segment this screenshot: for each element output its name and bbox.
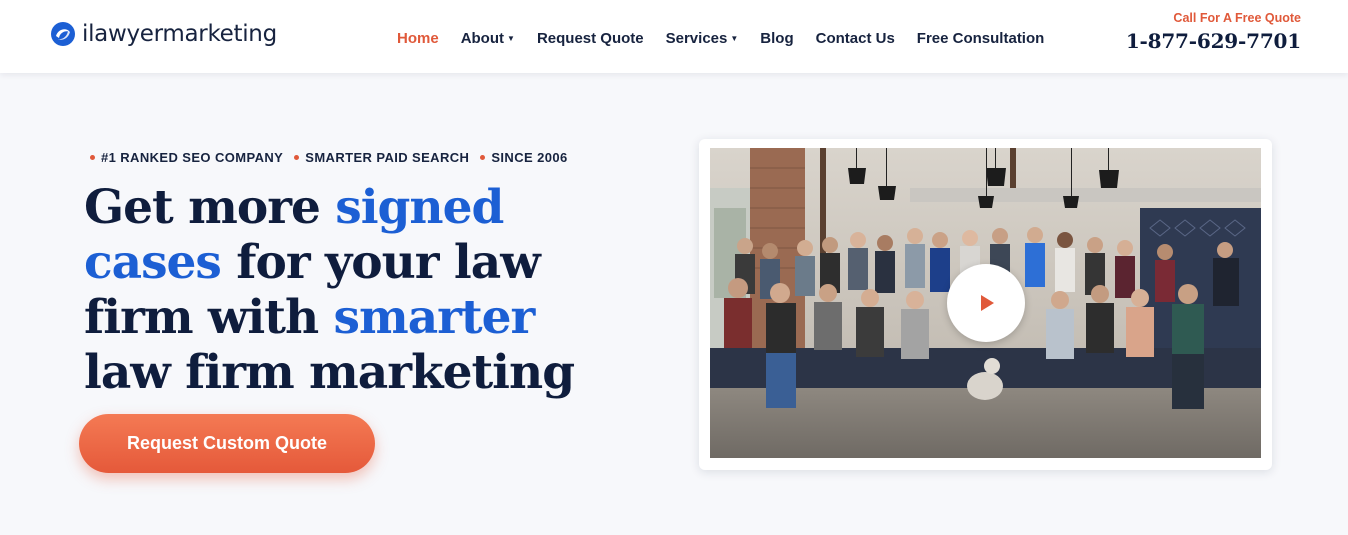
chevron-down-icon: ▼ [507, 34, 515, 43]
nav-free-consultation[interactable]: Free Consultation [917, 30, 1045, 47]
headline-highlight: smarter [333, 290, 536, 345]
hero-headline: Get more signed cases for your law firm … [84, 180, 575, 400]
bullet-icon [90, 155, 95, 160]
bullet-icon [294, 155, 300, 160]
badge-item: SINCE 2006 [480, 150, 567, 165]
nav-request-quote[interactable]: Request Quote [537, 30, 644, 47]
nav-about[interactable]: About ▼ [461, 30, 515, 47]
request-custom-quote-button[interactable]: Request Custom Quote [79, 414, 375, 473]
logo[interactable]: ilawyermarketing [50, 18, 277, 50]
hero-badges: #1 RANKED SEO COMPANY SMARTER PAID SEARC… [90, 150, 579, 165]
nav-services[interactable]: Services ▼ [666, 30, 739, 47]
play-button[interactable] [947, 264, 1025, 342]
badge-item: #1 RANKED SEO COMPANY [90, 150, 283, 165]
badge-item: SMARTER PAID SEARCH [294, 150, 469, 165]
header-call-cta: Call For A Free Quote 1-877-629-7701 [1126, 11, 1301, 53]
play-icon [981, 295, 994, 311]
site-header: ilawyermarketing Home About ▼ Request Quo… [0, 0, 1348, 73]
nav-blog[interactable]: Blog [760, 30, 793, 47]
logo-icon [51, 22, 75, 46]
video-card [699, 139, 1272, 470]
chevron-down-icon: ▼ [730, 34, 739, 43]
nav-home[interactable]: Home [397, 30, 439, 47]
team-video[interactable] [710, 148, 1261, 458]
nav-contact-us[interactable]: Contact Us [816, 30, 895, 47]
phone-number[interactable]: 1-877-629-7701 [1126, 29, 1301, 53]
main-nav: Home About ▼ Request Quote Services ▼ Blog… [397, 30, 1066, 47]
logo-text: ilawyermarketing [82, 21, 277, 47]
call-label: Call For A Free Quote [1173, 11, 1301, 25]
bullet-icon [480, 155, 486, 160]
